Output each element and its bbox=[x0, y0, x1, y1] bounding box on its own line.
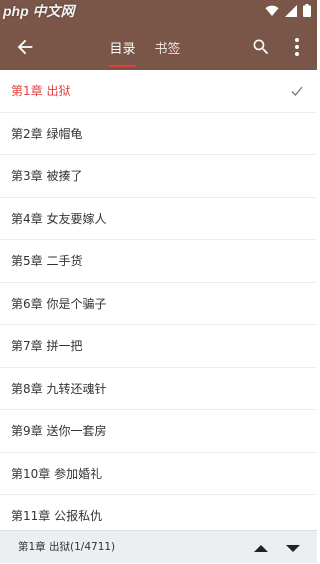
battery-icon bbox=[303, 4, 311, 17]
chapter-title: 第4章 女友要嫁人 bbox=[11, 211, 107, 226]
chapter-title: 第9章 送你一套房 bbox=[11, 424, 107, 439]
chapter-title: 第1章 出狱 bbox=[11, 84, 71, 99]
check-icon bbox=[291, 86, 303, 96]
bottom-bar: 第1章 出狱(1/4711) bbox=[0, 530, 317, 563]
chapter-item[interactable]: 第10章 参加婚礼 bbox=[0, 453, 317, 495]
chapter-title: 第2章 绿帽龟 bbox=[11, 126, 83, 141]
chapter-title: 第3章 被揍了 bbox=[11, 169, 83, 184]
chapter-item[interactable]: 第1章 出狱 bbox=[0, 70, 317, 113]
arrow-up-icon[interactable] bbox=[253, 542, 269, 554]
chapter-title: 第10章 参加婚礼 bbox=[11, 466, 103, 481]
chapter-item[interactable]: 第11章 公报私仇 bbox=[0, 495, 317, 530]
back-arrow-icon[interactable] bbox=[14, 36, 36, 58]
search-icon[interactable] bbox=[251, 37, 271, 57]
chapter-title: 第11章 公报私仇 bbox=[11, 509, 103, 524]
status-bar: php 中文网 bbox=[0, 0, 317, 24]
chapter-item[interactable]: 第6章 你是个骗子 bbox=[0, 283, 317, 325]
chapter-item[interactable]: 第3章 被揍了 bbox=[0, 155, 317, 198]
chapter-title: 第6章 你是个骗子 bbox=[11, 296, 107, 311]
chapter-title: 第8章 九转还魂针 bbox=[11, 381, 107, 396]
reading-progress: 第1章 出狱(1/4711) bbox=[18, 541, 116, 553]
chapter-item[interactable]: 第5章 二手货 bbox=[0, 240, 317, 283]
arrow-down-icon[interactable] bbox=[285, 542, 301, 554]
wifi-icon bbox=[265, 5, 279, 16]
chapter-item[interactable]: 第7章 拼一把 bbox=[0, 325, 317, 368]
chapter-item[interactable]: 第8章 九转还魂针 bbox=[0, 368, 317, 410]
chapter-title: 第5章 二手货 bbox=[11, 254, 83, 269]
tab-bookmarks[interactable]: 书签 bbox=[145, 24, 190, 70]
chapter-item[interactable]: 第2章 绿帽龟 bbox=[0, 113, 317, 155]
watermark-logo: php 中文网 bbox=[3, 3, 75, 19]
signal-icon bbox=[285, 4, 297, 17]
tab-bar: 目录 书签 bbox=[100, 24, 190, 70]
tab-catalog[interactable]: 目录 bbox=[100, 24, 145, 70]
chapter-item[interactable]: 第9章 送你一套房 bbox=[0, 410, 317, 453]
more-vert-icon[interactable] bbox=[290, 37, 304, 57]
toolbar: 目录 书签 bbox=[0, 24, 317, 70]
chapter-title: 第7章 拼一把 bbox=[11, 339, 83, 354]
status-icons bbox=[265, 4, 311, 17]
chapter-item[interactable]: 第4章 女友要嫁人 bbox=[0, 198, 317, 240]
chapter-list: 第1章 出狱 第2章 绿帽龟 第3章 被揍了 第4章 女友要嫁人 第5章 二手货… bbox=[0, 70, 317, 530]
